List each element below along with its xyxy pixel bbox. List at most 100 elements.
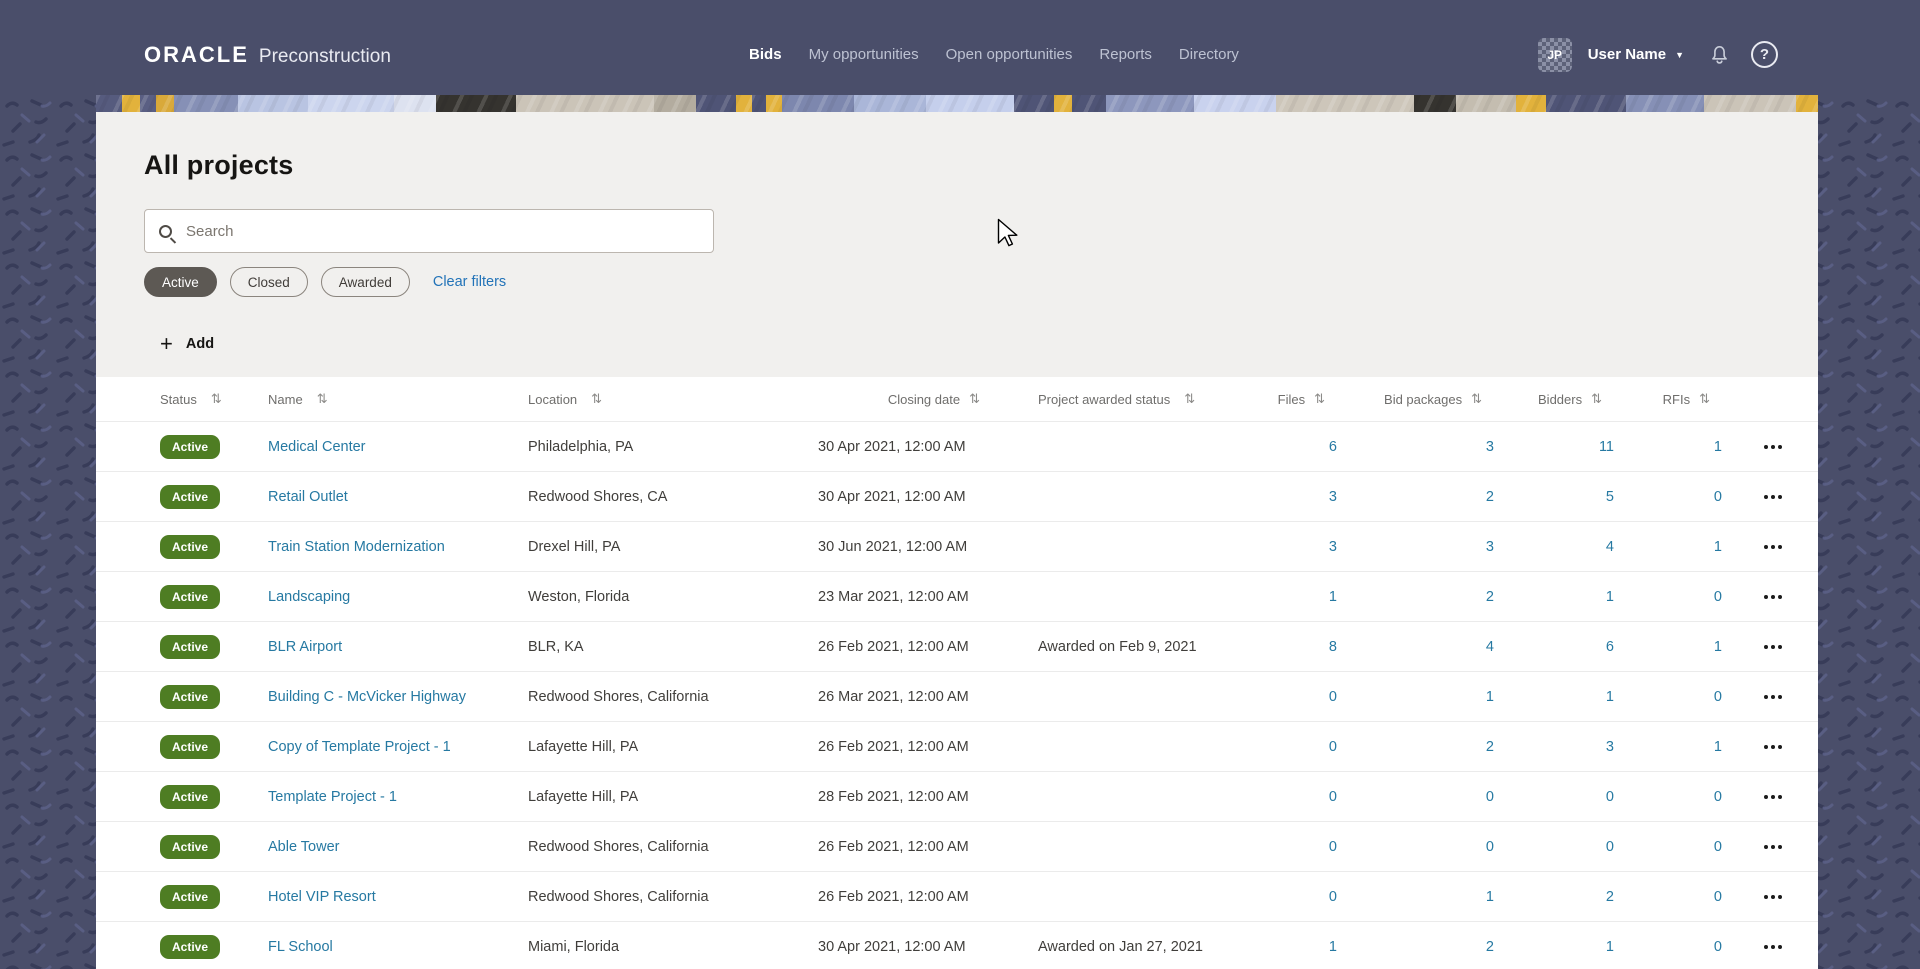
notifications-button[interactable] [1708, 43, 1731, 67]
nav-item-directory[interactable]: Directory [1179, 46, 1239, 63]
nav-item-reports[interactable]: Reports [1099, 46, 1152, 63]
project-awarded-status: Awarded on Feb 9, 2021 [1038, 638, 1197, 655]
ellipsis-icon [1764, 444, 1782, 449]
filter-chip-awarded[interactable]: Awarded [320, 267, 410, 297]
bid-packages-count-link[interactable]: 0 [1486, 789, 1494, 805]
filter-chip-closed[interactable]: Closed [229, 267, 308, 297]
bidders-count-link[interactable]: 11 [1599, 439, 1614, 455]
bidders-count-link[interactable]: 5 [1606, 489, 1614, 505]
row-actions-button[interactable] [1758, 689, 1788, 705]
bidders-count-link[interactable]: 4 [1606, 539, 1614, 555]
row-actions-button[interactable] [1758, 789, 1788, 805]
row-actions-button[interactable] [1758, 739, 1788, 755]
column-header-rfis[interactable]: RFIs ⇅ [1620, 391, 1728, 407]
files-count-link[interactable]: 6 [1329, 439, 1337, 455]
row-actions-button[interactable] [1758, 639, 1788, 655]
files-count-link[interactable]: 1 [1329, 939, 1337, 955]
nav-item-my-opportunities[interactable]: My opportunities [809, 46, 919, 63]
files-count-link[interactable]: 8 [1329, 639, 1337, 655]
project-name-link[interactable]: Template Project - 1 [268, 789, 397, 805]
rfis-count-link[interactable]: 0 [1714, 839, 1722, 855]
project-name-link[interactable]: Copy of Template Project - 1 [268, 739, 451, 755]
row-actions-button[interactable] [1758, 839, 1788, 855]
search-box [144, 209, 714, 253]
project-name-link[interactable]: BLR Airport [268, 639, 342, 655]
rfis-count-link[interactable]: 1 [1714, 439, 1722, 455]
rfis-count-link[interactable]: 0 [1714, 489, 1722, 505]
project-name-link[interactable]: Landscaping [268, 589, 350, 605]
project-name-link[interactable]: Able Tower [268, 839, 339, 855]
rfis-count-link[interactable]: 0 [1714, 589, 1722, 605]
bid-packages-count-link[interactable]: 3 [1486, 539, 1494, 555]
column-header-files[interactable]: Files ⇅ [1258, 391, 1343, 407]
rfis-count-link[interactable]: 1 [1714, 739, 1722, 755]
bid-packages-count-link[interactable]: 1 [1486, 689, 1494, 705]
bid-packages-count-link[interactable]: 2 [1486, 489, 1494, 505]
rfis-count-link[interactable]: 0 [1714, 889, 1722, 905]
nav-item-bids[interactable]: Bids [749, 46, 782, 63]
project-name-link[interactable]: FL School [268, 939, 333, 955]
column-header-bidders[interactable]: Bidders ⇅ [1500, 391, 1620, 407]
bid-packages-count-link[interactable]: 2 [1486, 589, 1494, 605]
bid-packages-count-link[interactable]: 3 [1486, 439, 1494, 455]
project-name-link[interactable]: Hotel VIP Resort [268, 889, 376, 905]
rfis-count-link[interactable]: 0 [1714, 939, 1722, 955]
bidders-count-link[interactable]: 0 [1606, 789, 1614, 805]
project-name-link[interactable]: Building C - McVicker Highway [268, 689, 466, 705]
search-input[interactable] [186, 222, 699, 240]
bidders-count-link[interactable]: 2 [1606, 889, 1614, 905]
bidders-count-link[interactable]: 1 [1606, 939, 1614, 955]
bidders-count-link[interactable]: 0 [1606, 839, 1614, 855]
row-actions-button[interactable] [1758, 439, 1788, 455]
closing-date: 30 Apr 2021, 12:00 AM [818, 488, 966, 505]
project-name-link[interactable]: Medical Center [268, 439, 366, 455]
files-count-link[interactable]: 3 [1329, 539, 1337, 555]
files-count-link[interactable]: 1 [1329, 589, 1337, 605]
bid-packages-count-link[interactable]: 2 [1486, 739, 1494, 755]
help-button[interactable]: ? [1751, 41, 1778, 68]
row-actions-button[interactable] [1758, 939, 1788, 955]
files-count-link[interactable]: 0 [1329, 689, 1337, 705]
ellipsis-icon [1764, 794, 1782, 799]
sort-icon: ⇅ [316, 391, 328, 406]
table-row: Active Retail Outlet Redwood Shores, CA … [96, 471, 1818, 521]
column-header-name[interactable]: Name ⇅ [268, 391, 528, 407]
column-header-project-awarded-status[interactable]: Project awarded status ⇅ [998, 391, 1258, 407]
column-header-bid-packages[interactable]: Bid packages ⇅ [1343, 391, 1500, 407]
files-count-link[interactable]: 0 [1329, 839, 1337, 855]
add-project-button[interactable]: + Add [160, 333, 214, 355]
project-name-link[interactable]: Retail Outlet [268, 489, 348, 505]
bid-packages-count-link[interactable]: 4 [1486, 639, 1494, 655]
add-row: + Add [160, 333, 1818, 355]
bidders-count-link[interactable]: 1 [1606, 589, 1614, 605]
row-actions-button[interactable] [1758, 489, 1788, 505]
ellipsis-icon [1764, 594, 1782, 599]
files-count-link[interactable]: 0 [1329, 789, 1337, 805]
column-header-closing-date[interactable]: Closing date ⇅ [818, 391, 998, 407]
user-menu-button[interactable]: User Name ▼ [1588, 46, 1684, 63]
column-header-status[interactable]: Status ⇅ [160, 391, 268, 407]
bid-packages-count-link[interactable]: 2 [1486, 939, 1494, 955]
row-actions-button[interactable] [1758, 539, 1788, 555]
row-actions-button[interactable] [1758, 889, 1788, 905]
rfis-count-link[interactable]: 1 [1714, 639, 1722, 655]
bidders-count-link[interactable]: 6 [1606, 639, 1614, 655]
bid-packages-count-link[interactable]: 0 [1486, 839, 1494, 855]
project-name-link[interactable]: Train Station Modernization [268, 539, 445, 555]
bidders-count-link[interactable]: 1 [1606, 689, 1614, 705]
bid-packages-count-link[interactable]: 1 [1486, 889, 1494, 905]
files-count-link[interactable]: 0 [1329, 889, 1337, 905]
row-actions-button[interactable] [1758, 589, 1788, 605]
rfis-count-link[interactable]: 0 [1714, 689, 1722, 705]
nav-item-open-opportunities[interactable]: Open opportunities [946, 46, 1073, 63]
oracle-wordmark: ORACLE [144, 41, 249, 67]
clear-filters-link[interactable]: Clear filters [433, 274, 506, 290]
column-header-location[interactable]: Location ⇅ [528, 391, 818, 407]
filter-chip-active[interactable]: Active [144, 267, 217, 297]
rfis-count-link[interactable]: 1 [1714, 539, 1722, 555]
files-count-link[interactable]: 0 [1329, 739, 1337, 755]
rfis-count-link[interactable]: 0 [1714, 789, 1722, 805]
files-count-link[interactable]: 3 [1329, 489, 1337, 505]
ellipsis-icon [1764, 844, 1782, 849]
bidders-count-link[interactable]: 3 [1606, 739, 1614, 755]
